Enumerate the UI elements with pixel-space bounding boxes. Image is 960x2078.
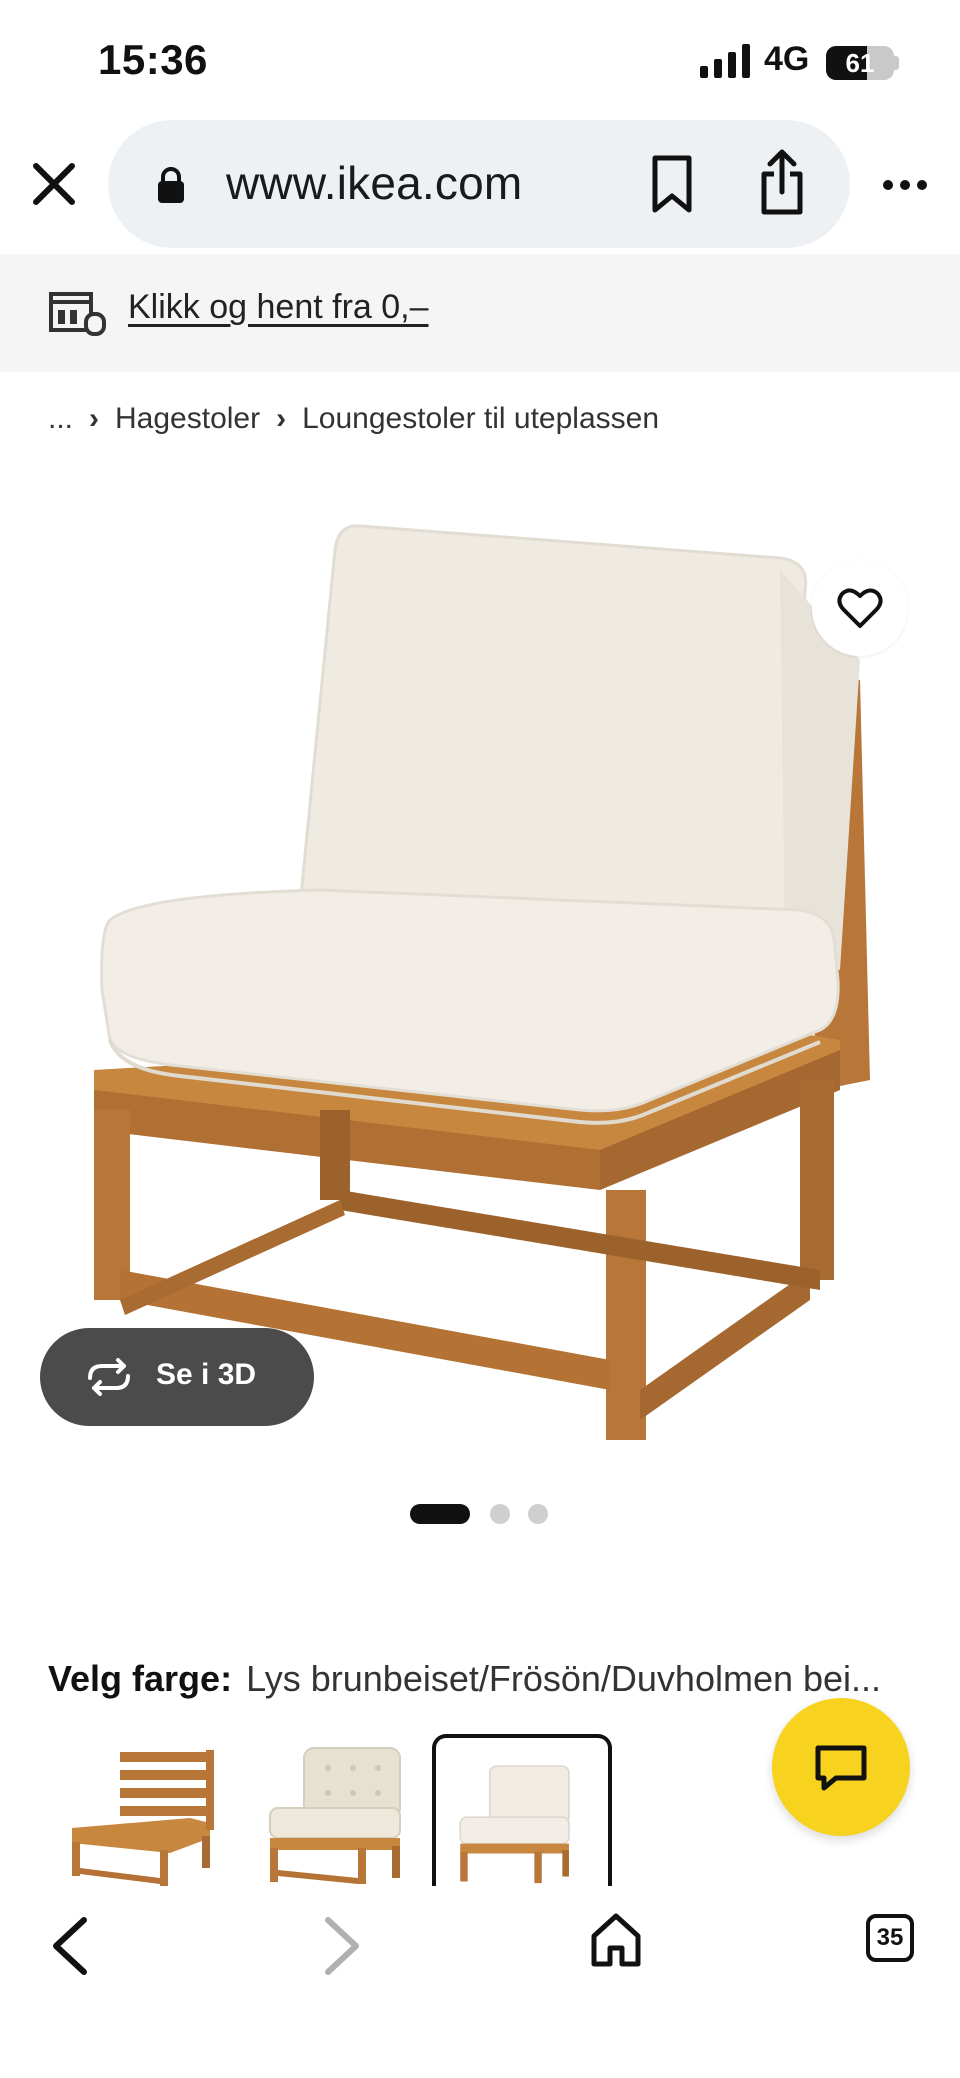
heart-icon (837, 588, 883, 628)
carousel-dot-1[interactable] (410, 1504, 470, 1524)
favorite-button[interactable] (812, 560, 908, 656)
carousel-dot-3[interactable] (528, 1504, 548, 1524)
color-option-plain-cushion[interactable] (432, 1734, 612, 1894)
status-time: 15:36 (98, 36, 208, 83)
battery-icon: 61 (826, 46, 894, 80)
signal-icon (700, 44, 750, 78)
product-image[interactable] (80, 510, 880, 1470)
lock-icon (158, 167, 184, 203)
more-icon[interactable] (882, 178, 928, 192)
chevron-right-icon: › (276, 402, 287, 435)
carousel-dot-2[interactable] (490, 1504, 510, 1524)
rotate-3d-icon (88, 1358, 130, 1396)
share-icon[interactable] (758, 148, 806, 216)
store-truck-icon (49, 292, 106, 336)
browser-toolbar (0, 1886, 960, 2078)
bookmark-icon[interactable] (650, 154, 694, 214)
chat-button[interactable] (772, 1698, 910, 1836)
color-option-tufted-cushion[interactable] (258, 1738, 428, 1888)
chat-icon (815, 1745, 867, 1791)
see-in-3d-button[interactable]: Se i 3D (40, 1328, 314, 1426)
battery-tip (894, 56, 899, 70)
back-icon[interactable] (46, 1914, 94, 1978)
breadcrumb-hagestoler[interactable]: Hagestoler (115, 402, 260, 436)
network-type: 4G (764, 40, 810, 78)
color-selector: Velg farge: Lys brunbeiset/Frösön/Duvholm… (48, 1658, 908, 1700)
home-icon[interactable] (590, 1912, 642, 1968)
promo-link[interactable]: Klikk og hent fra 0,– (128, 288, 429, 327)
see-in-3d-label: Se i 3D (156, 1358, 257, 1391)
color-value: Lys brunbeiset/Frösön/Duvholmen bei... (246, 1658, 882, 1699)
breadcrumb-more[interactable]: ... (48, 402, 73, 436)
battery-level: 61 (845, 48, 875, 78)
color-label: Velg farge: (48, 1658, 233, 1699)
close-icon[interactable] (30, 160, 78, 208)
chevron-right-icon: › (89, 402, 100, 435)
chair-thumbnail (459, 1765, 570, 1884)
color-option-no-cushion[interactable] (60, 1738, 230, 1888)
forward-icon[interactable] (318, 1914, 366, 1978)
url-text[interactable]: www.ikea.com (226, 156, 522, 210)
tabs-button[interactable]: 35 (866, 1914, 914, 1962)
breadcrumb-loungestoler[interactable]: Loungestoler til uteplassen (302, 402, 659, 436)
breadcrumb: ... › Hagestoler › Loungestoler til uteplass… (48, 402, 659, 436)
